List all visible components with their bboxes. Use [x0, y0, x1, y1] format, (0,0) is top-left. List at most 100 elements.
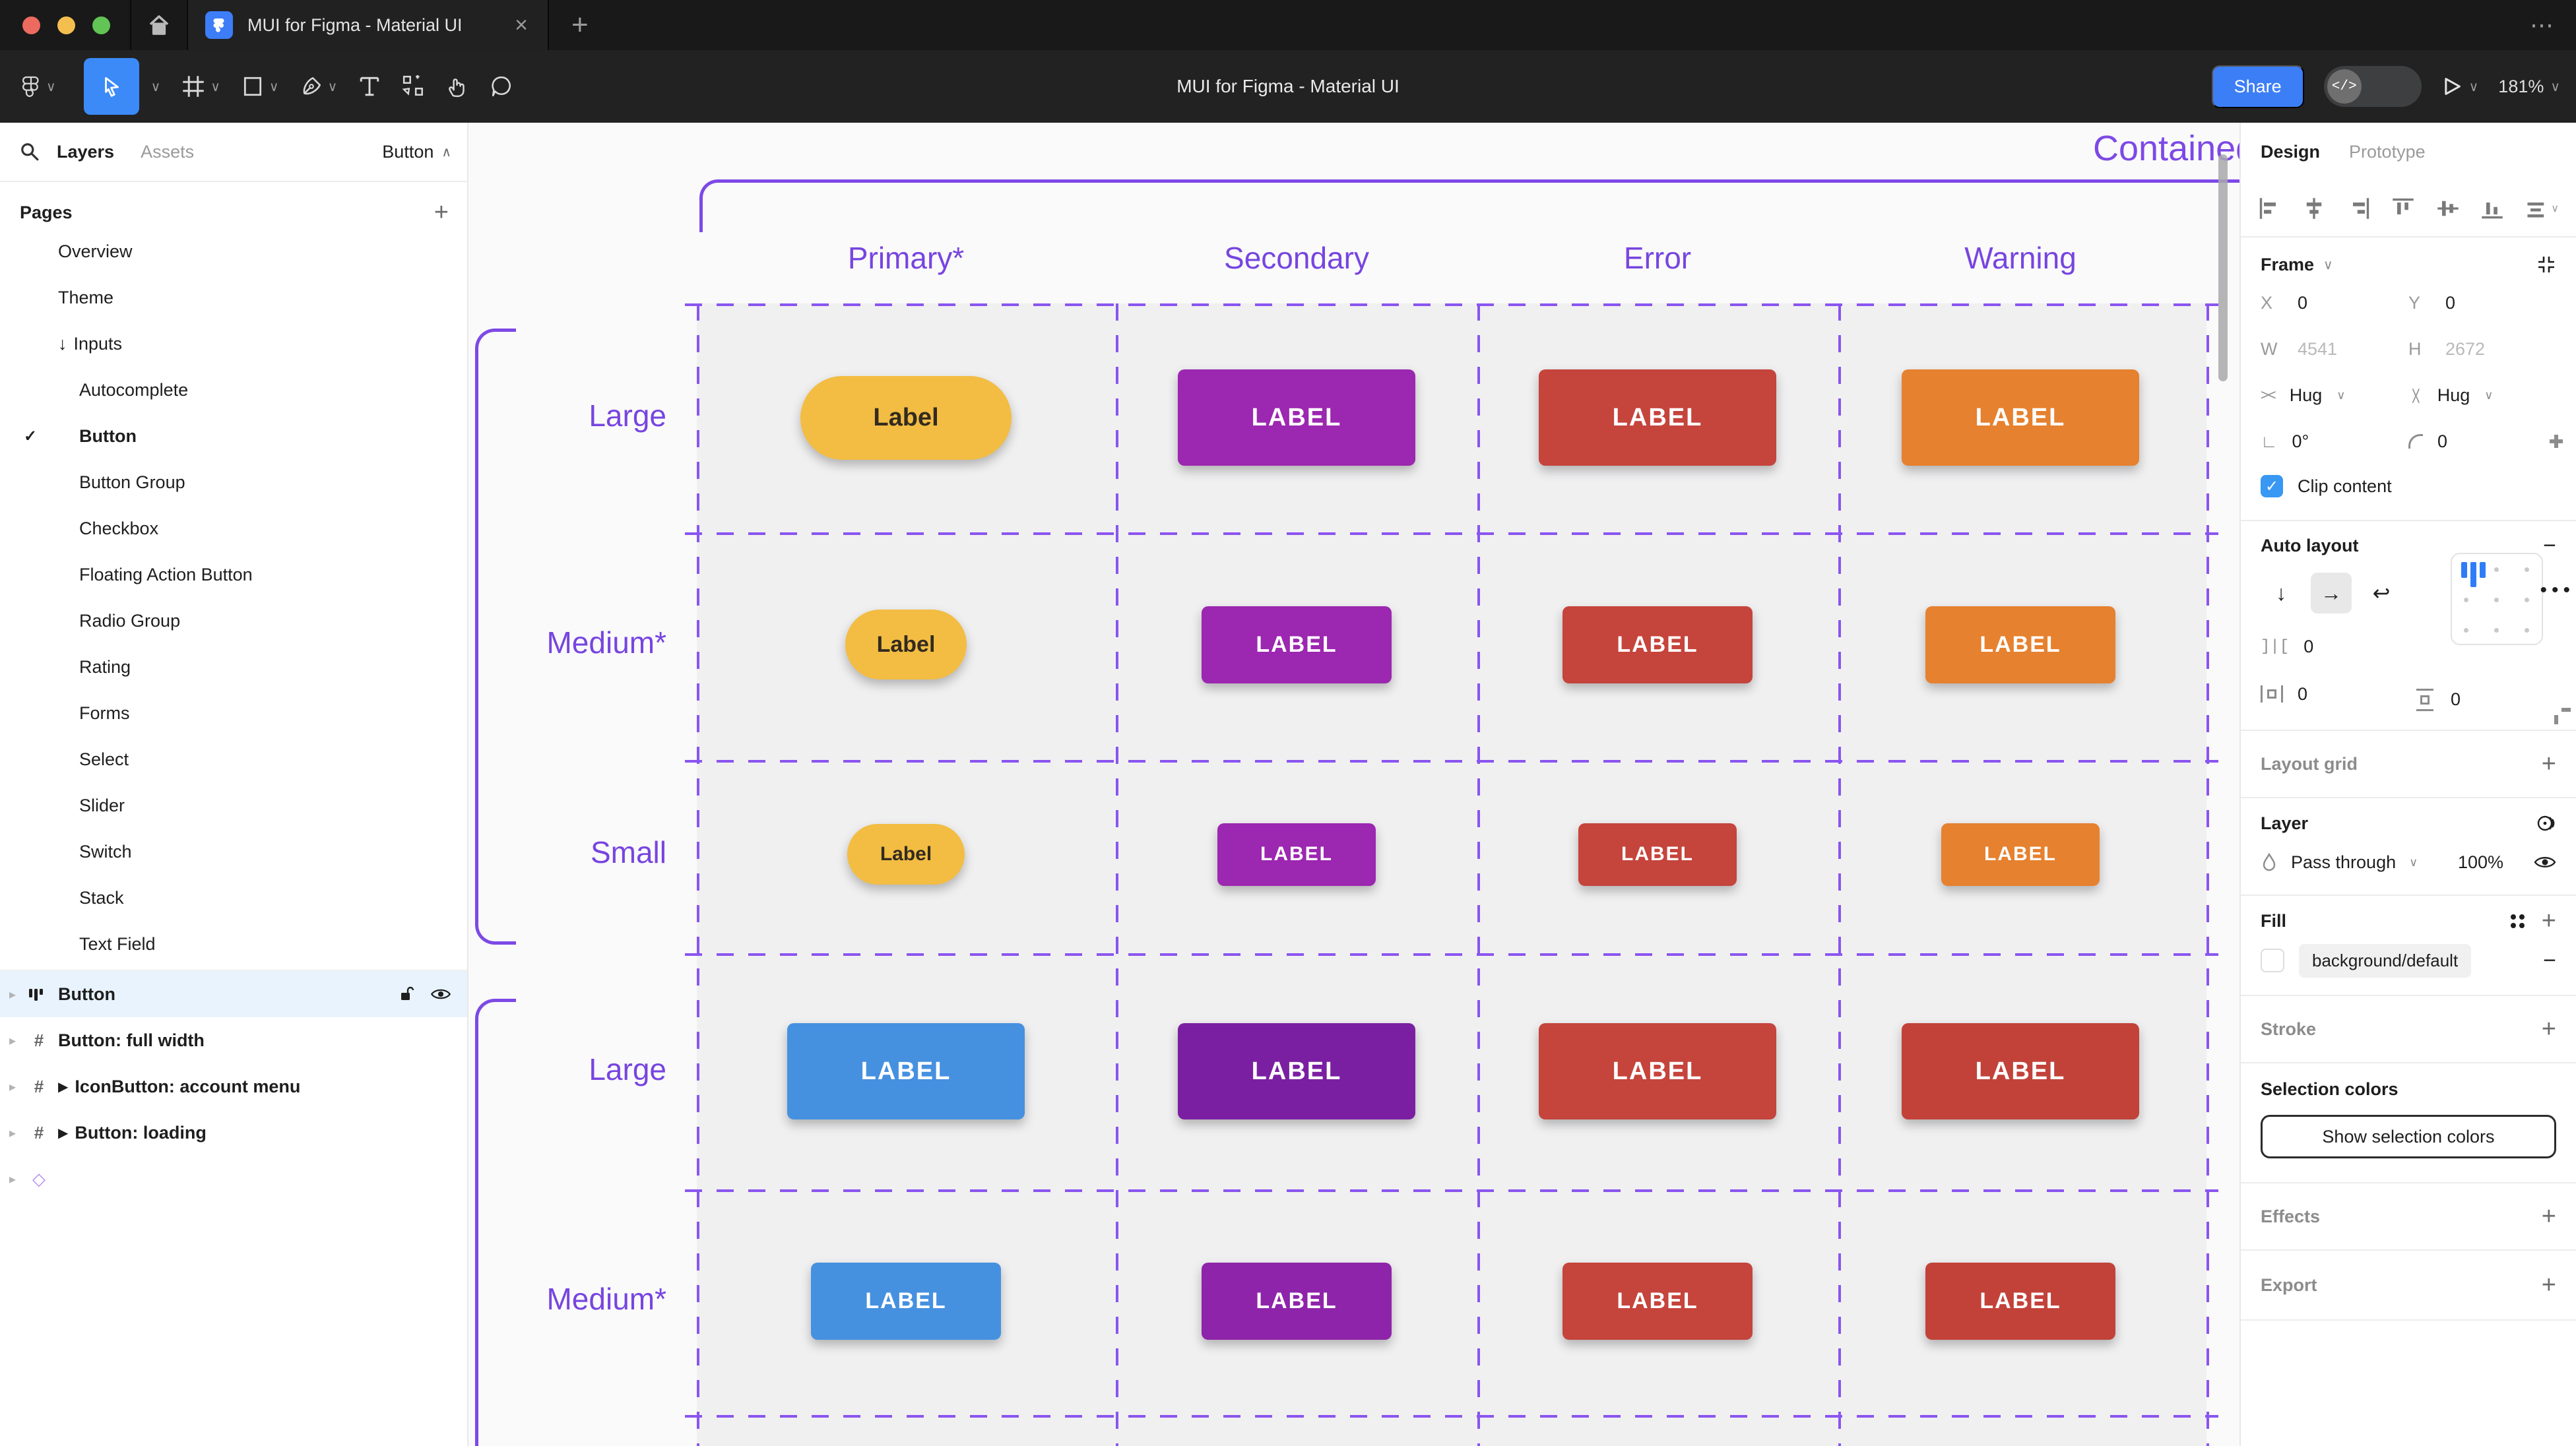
page-item-button-group[interactable]: Button Group	[0, 459, 467, 505]
vertical-resizing-dropdown[interactable]: >< Hug ∨	[2408, 385, 2556, 406]
add-page-button[interactable]: +	[434, 199, 449, 227]
canvas-button-error-large[interactable]: LABEL	[1539, 1023, 1776, 1119]
y-position-field[interactable]: Y 0	[2408, 293, 2556, 313]
alignment-dot[interactable]	[2525, 598, 2529, 602]
canvas-button-secondary-small[interactable]: LABEL	[1217, 823, 1376, 886]
page-item-button[interactable]: ✓Button	[0, 413, 467, 459]
chevron-right-icon[interactable]: ▸	[9, 1079, 16, 1095]
x-position-field[interactable]: X 0	[2261, 293, 2408, 313]
canvas-button-secondary-large[interactable]: LABEL	[1178, 1023, 1415, 1119]
alignment-dot[interactable]	[2525, 567, 2529, 572]
alignment-dot[interactable]	[2525, 628, 2529, 633]
canvas-button-error-large[interactable]: LABEL	[1539, 369, 1776, 466]
remove-auto-layout-button[interactable]: −	[2543, 533, 2556, 559]
minimize-window-button[interactable]	[57, 16, 75, 34]
rotation-field[interactable]: ∟ 0°	[2261, 431, 2408, 452]
direction-wrap-button[interactable]: ↩	[2361, 573, 2402, 613]
chevron-right-icon[interactable]: ▸	[9, 1032, 16, 1049]
zoom-menu[interactable]: 181% ∨	[2498, 77, 2560, 97]
corner-radius-field[interactable]: 0	[2408, 431, 2556, 452]
canvas-button-primary-small[interactable]: Label	[847, 824, 965, 885]
share-button[interactable]: Share	[2212, 65, 2304, 108]
remove-fill-button[interactable]: −	[2543, 948, 2556, 974]
present-button[interactable]: ∨	[2441, 76, 2479, 97]
visibility-eye-icon[interactable]	[2534, 854, 2556, 870]
unlock-icon[interactable]	[399, 986, 414, 1003]
layer-item-iconbutton-account-menu[interactable]: ▸#▶IconButton: account menu	[0, 1063, 467, 1110]
tab-layers[interactable]: Layers	[57, 142, 114, 162]
canvas-button-primary-large[interactable]: LABEL	[787, 1023, 1025, 1119]
page-item-overview[interactable]: Overview	[0, 228, 467, 274]
layer-item-button[interactable]: ▸Button	[0, 971, 467, 1017]
comment-tool-tool-button[interactable]	[480, 50, 523, 123]
page-item-floating-action-button[interactable]: Floating Action Button	[0, 551, 467, 598]
page-item-text-field[interactable]: Text Field	[0, 921, 467, 967]
frame-section-title[interactable]: Frame	[2261, 255, 2314, 275]
alignment-dot[interactable]	[2464, 628, 2468, 633]
add-export-button[interactable]: +	[2542, 1271, 2556, 1300]
maximize-window-button[interactable]	[92, 16, 110, 34]
align-left-button[interactable]	[2258, 197, 2282, 220]
canvas-button-error-medium[interactable]: LABEL	[1562, 606, 1753, 683]
page-item-slider[interactable]: Slider	[0, 782, 467, 829]
chevron-down-icon[interactable]: ∨	[328, 79, 338, 95]
canvas-button-warning-medium[interactable]: LABEL	[1925, 1263, 2115, 1340]
clip-content-row[interactable]: ✓ Clip content	[2261, 464, 2556, 508]
opacity-value[interactable]: 100%	[2458, 852, 2503, 873]
canvas-button-secondary-large[interactable]: LABEL	[1178, 369, 1415, 466]
fill-color-swatch[interactable]	[2261, 949, 2284, 972]
vertical-padding-field[interactable]: 0	[2414, 689, 2461, 710]
rectangle-tool-tool-button[interactable]: ∨	[231, 50, 290, 123]
cursor-tool-button[interactable]: ∨	[67, 50, 172, 123]
dev-mode-toggle[interactable]: </>	[2324, 66, 2422, 107]
visibility-eye-icon[interactable]	[430, 987, 451, 1001]
shapes-tool-tool-button[interactable]	[391, 50, 436, 123]
search-icon[interactable]	[20, 142, 40, 162]
layer-item-button-loading[interactable]: ▸#▶Button: loading	[0, 1110, 467, 1156]
add-fill-button[interactable]: +	[2542, 907, 2556, 935]
direction-vertical-button[interactable]: ↓	[2261, 573, 2302, 613]
align-right-button[interactable]	[2347, 197, 2371, 220]
direction-horizontal-button[interactable]: →	[2311, 573, 2352, 613]
show-selection-colors-button[interactable]: Show selection colors	[2261, 1115, 2556, 1158]
item-spacing-field[interactable]: ]|[ 0	[2261, 637, 2409, 657]
page-item-stack[interactable]: Stack	[0, 875, 467, 921]
height-field[interactable]: H 2672	[2408, 339, 2556, 360]
alignment-dot[interactable]	[2494, 598, 2499, 602]
page-item-inputs[interactable]: ↓Inputs	[0, 321, 467, 367]
file-tab[interactable]: MUI for Figma - Material UI ×	[188, 0, 548, 50]
auto-layout-more-icon[interactable]: •••	[2540, 579, 2575, 602]
canvas-button-warning-medium[interactable]: LABEL	[1925, 606, 2115, 683]
align-bottom-button[interactable]	[2480, 197, 2504, 220]
alignment-widget[interactable]	[2451, 553, 2543, 645]
alignment-dot[interactable]	[2494, 628, 2499, 633]
canvas-button-warning-large[interactable]: LABEL	[1902, 369, 2139, 466]
page-item-checkbox[interactable]: Checkbox	[0, 505, 467, 551]
canvas-button-secondary-medium[interactable]: LABEL	[1202, 1263, 1392, 1340]
hand-tool-tool-button[interactable]	[436, 50, 480, 123]
page-item-radio-group[interactable]: Radio Group	[0, 598, 467, 644]
align-top-button[interactable]	[2391, 197, 2415, 220]
add-effect-button[interactable]: +	[2542, 1203, 2556, 1231]
horizontal-padding-field[interactable]: 0	[2261, 684, 2409, 705]
home-button[interactable]	[131, 0, 187, 50]
frame-title[interactable]: Contained	[2093, 128, 2239, 169]
canvas-button-primary-medium[interactable]: Label	[845, 610, 967, 679]
chevron-right-icon[interactable]: ▸	[9, 1125, 16, 1141]
tab-assets[interactable]: Assets	[141, 142, 194, 162]
page-item-theme[interactable]: Theme	[0, 274, 467, 321]
canvas-button-warning-large[interactable]: LABEL	[1902, 1023, 2139, 1119]
canvas[interactable]: ContainedPrimary*SecondaryErrorWarningLa…	[468, 123, 2239, 1446]
width-field[interactable]: W 4541	[2261, 339, 2408, 360]
blend-mode-icon[interactable]	[2535, 813, 2556, 834]
chevron-down-icon[interactable]: ∨	[210, 79, 220, 95]
canvas-button-secondary-medium[interactable]: LABEL	[1202, 606, 1392, 683]
frame-tool-tool-button[interactable]: ∨	[171, 50, 231, 123]
chevron-right-icon[interactable]: ▸	[9, 986, 16, 1003]
clip-content-checkbox[interactable]: ✓	[2261, 475, 2283, 497]
page-item-autocomplete[interactable]: Autocomplete	[0, 367, 467, 413]
canvas-button-error-small[interactable]: LABEL	[1578, 823, 1737, 886]
page-item-rating[interactable]: Rating	[0, 644, 467, 690]
horizontal-resizing-dropdown[interactable]: >< Hug ∨	[2261, 385, 2408, 406]
align-vertical-center-button[interactable]	[2436, 197, 2460, 220]
